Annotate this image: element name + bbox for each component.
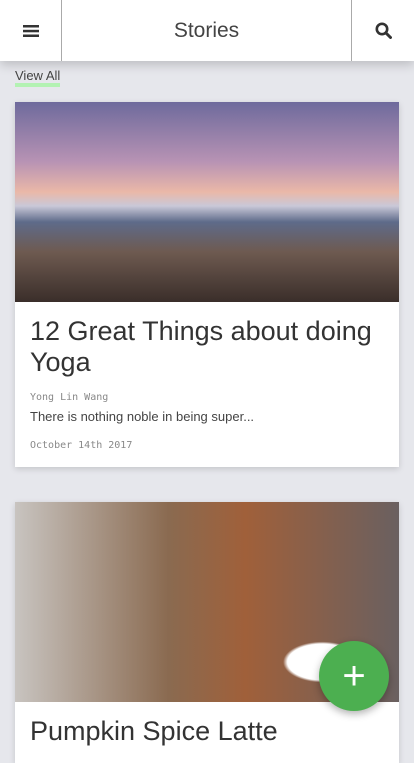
- view-all-link[interactable]: View All: [15, 68, 61, 87]
- plus-icon: +: [342, 653, 366, 698]
- hamburger-icon: [22, 24, 39, 37]
- story-date: October 14th 2017: [30, 440, 133, 451]
- story-card[interactable]: 12 Great Things about doing Yoga Yong Li…: [15, 102, 399, 467]
- story-excerpt: There is nothing noble in being super...: [30, 409, 255, 424]
- search-icon: [375, 22, 392, 39]
- app-header: Stories: [0, 0, 414, 61]
- add-story-button[interactable]: +: [319, 641, 389, 711]
- search-button[interactable]: [351, 0, 414, 61]
- story-author: Yong Lin Wang: [30, 392, 109, 403]
- story-card[interactable]: Pumpkin Spice Latte: [15, 502, 399, 763]
- menu-button[interactable]: [0, 0, 62, 61]
- page-title: Stories: [173, 18, 240, 42]
- story-title[interactable]: 12 Great Things about doing Yoga: [30, 316, 384, 378]
- story-image: [15, 102, 399, 302]
- story-title[interactable]: Pumpkin Spice Latte: [30, 716, 384, 747]
